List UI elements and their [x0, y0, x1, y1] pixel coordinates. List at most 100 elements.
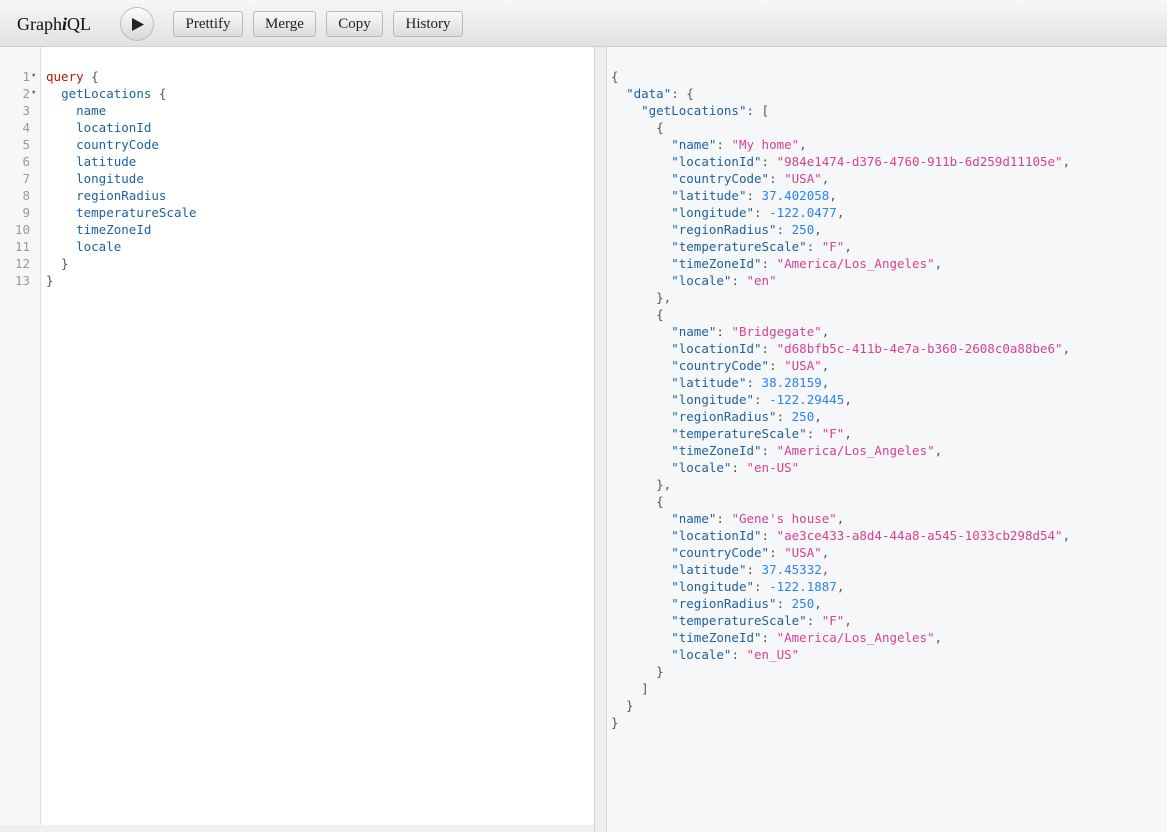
history-button[interactable]: History: [393, 11, 463, 37]
result-line: "name": "My home",: [611, 136, 1070, 153]
result-line: "countryCode": "USA",: [611, 357, 1070, 374]
punctuation: :: [746, 375, 762, 390]
result-line: {: [611, 493, 1070, 510]
result-line: "timeZoneId": "America/Los_Angeles",: [611, 255, 1070, 272]
punctuation: ,: [1062, 528, 1071, 543]
fold-markers[interactable]: ▾ ▾: [31, 68, 41, 289]
json-key: "temperatureScale": [671, 426, 807, 441]
brace: {: [611, 307, 664, 322]
json-number-value: 38.28159: [761, 375, 822, 390]
punctuation: :: [761, 256, 777, 271]
punctuation: ,: [934, 630, 943, 645]
query-editor[interactable]: 1 2 3 4 5 6 7 8 9 10 11 12 13 ▾ ▾ query { getLocation…: [0, 47, 594, 832]
json-string-value: "USA": [784, 171, 822, 186]
result-line: "locationId": "ae3ce433-a8d4-44a8-a545-1…: [611, 527, 1070, 544]
json-key: "name": [671, 324, 717, 339]
brace: {: [611, 494, 664, 509]
query-field: longitude: [76, 171, 144, 186]
result-line: "regionRadius": 250,: [611, 221, 1070, 238]
toolbar: GraphiQL Prettify Merge Copy History: [0, 0, 1167, 47]
execute-query-button[interactable]: [120, 7, 154, 41]
query-field: regionRadius: [76, 188, 167, 203]
json-string-value: "My home": [731, 137, 800, 152]
line-number: 3: [22, 103, 30, 118]
json-string-value: "F": [821, 239, 845, 254]
punctuation: :: [806, 239, 822, 254]
query-field-line: timeZoneId: [46, 221, 197, 238]
punctuation: ,: [821, 375, 830, 390]
line-number: 7: [22, 171, 30, 186]
punctuation: :: [731, 460, 747, 475]
query-field-line: countryCode: [46, 136, 197, 153]
query-text[interactable]: query { getLocations { name locationId c…: [46, 68, 197, 289]
app-title: GraphiQL: [17, 14, 91, 35]
json-string-value: "America/Los_Angeles": [776, 443, 935, 458]
query-field-line: name: [46, 102, 197, 119]
json-number-value: 250: [791, 222, 815, 237]
merge-button[interactable]: Merge: [253, 11, 316, 37]
json-key: "temperatureScale": [671, 613, 807, 628]
result-line: "longitude": -122.1887,: [611, 578, 1070, 595]
brace: },: [611, 290, 672, 305]
query-field-line: temperatureScale: [46, 204, 196, 221]
punctuation: ,: [799, 137, 807, 152]
json-string-value: "Gene's house": [731, 511, 837, 526]
punctuation: :: [776, 409, 792, 424]
brace: }: [611, 664, 664, 679]
punctuation: ,: [1062, 154, 1071, 169]
json-key: "locale": [671, 460, 732, 475]
copy-button[interactable]: Copy: [326, 11, 383, 37]
result-json: { "data": { "getLocations": [ { "name": …: [611, 68, 1070, 731]
result-line: "name": "Bridgegate",: [611, 323, 1070, 340]
json-string-value: "USA": [784, 358, 822, 373]
json-key: "longitude": [671, 579, 755, 594]
json-key: "locationId": [671, 154, 762, 169]
punctuation: :: [716, 324, 732, 339]
query-operation: getLocations: [61, 86, 152, 101]
result-line: "regionRadius": 250,: [611, 595, 1070, 612]
punctuation: ,: [821, 358, 830, 373]
json-key: "regionRadius": [671, 222, 777, 237]
prettify-button[interactable]: Prettify: [173, 11, 243, 37]
punctuation: :: [761, 630, 777, 645]
json-string-value: "Bridgegate": [731, 324, 822, 339]
pane-resize-handle[interactable]: [594, 47, 607, 832]
brace: {: [83, 69, 99, 84]
query-field: locale: [76, 239, 122, 254]
punctuation: :: [754, 392, 770, 407]
result-line: "latitude": 38.28159,: [611, 374, 1070, 391]
editor-gutter: 1 2 3 4 5 6 7 8 9 10 11 12 13 ▾ ▾: [0, 47, 41, 832]
horizontal-scrollbar[interactable]: [0, 825, 594, 832]
line-number: 11: [14, 239, 30, 254]
query-keyword: query: [46, 69, 84, 84]
punctuation: :: [776, 222, 792, 237]
json-string-value: "America/Los_Angeles": [776, 630, 935, 645]
result-line: }: [611, 697, 1070, 714]
punctuation: ,: [836, 511, 845, 526]
